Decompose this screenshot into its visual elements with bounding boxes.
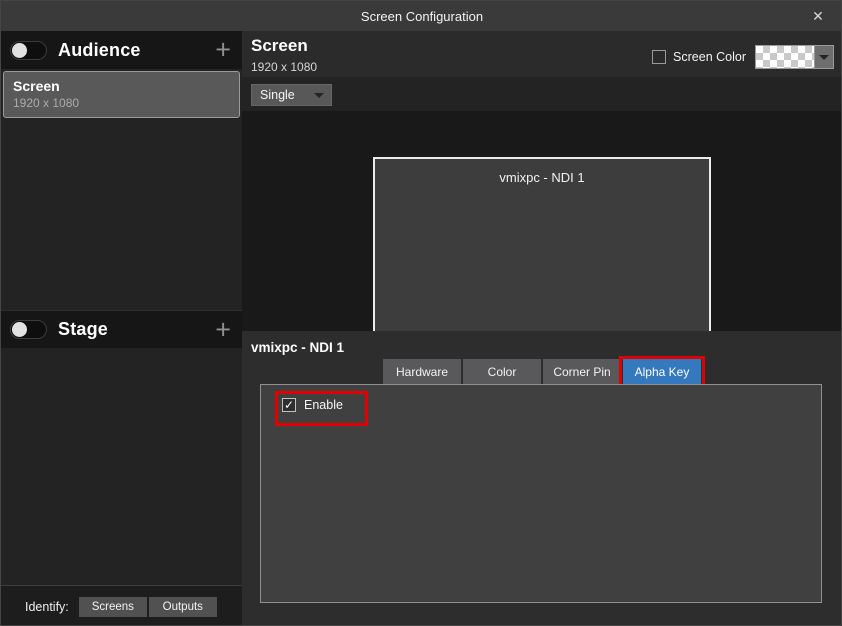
screen-color-group: Screen Color [652,45,834,69]
tab-corner-pin[interactable]: Corner Pin [543,359,621,385]
stage-toggle[interactable] [10,320,47,339]
window-title: Screen Configuration [361,9,483,24]
add-audience-screen-icon[interactable]: + [215,37,231,64]
audience-toggle-knob [12,43,27,58]
preview-source-label: vmixpc - NDI 1 [375,170,709,185]
main-screen-resolution: 1920 x 1080 [251,60,317,74]
transparency-swatch [756,46,814,68]
main-header: Screen 1920 x 1080 Screen Color [242,31,842,77]
main-area: Screen 1920 x 1080 Screen Color Single [242,31,842,626]
identify-screens-button[interactable]: Screens [79,597,147,617]
tab-color[interactable]: Color [463,359,541,385]
tab-hardware[interactable]: Hardware [383,359,461,385]
enable-row: ✓ Enable [282,398,343,412]
source-settings-section: vmixpc - NDI 1 Hardware Color Corner Pin… [242,331,842,626]
screen-item-name: Screen [13,78,239,94]
identify-bar: Identify: Screens Outputs [1,585,242,626]
screen-color-dropdown[interactable] [755,45,834,69]
chevron-down-icon [819,55,829,60]
screen-color-dropdown-arrow[interactable] [814,46,833,68]
screen-preview-area: vmixpc - NDI 1 [242,111,842,331]
audience-toggle[interactable] [10,41,47,60]
tab-alpha-key[interactable]: Alpha Key [623,359,701,385]
identify-label: Identify: [25,600,69,614]
sidebar-item-screen[interactable]: Screen 1920 x 1080 [3,71,240,118]
layout-row: Single [242,77,842,111]
audience-label: Audience [58,40,141,61]
alpha-key-panel: ✓ Enable [260,384,822,603]
add-stage-screen-icon[interactable]: + [215,316,231,343]
stage-label: Stage [58,319,108,340]
screen-color-checkbox[interactable] [652,50,666,64]
main-screen-title: Screen [251,36,308,56]
chevron-down-icon [314,93,324,98]
source-tabs: Hardware Color Corner Pin Alpha Key [383,359,703,385]
screen-preview-box[interactable]: vmixpc - NDI 1 [373,157,711,347]
titlebar: Screen Configuration ✕ [1,1,842,31]
layout-select[interactable]: Single [251,84,332,106]
screen-configuration-window: Screen Configuration ✕ Audience + Screen… [0,0,842,626]
screen-color-label: Screen Color [673,50,746,64]
sidebar: Audience + Screen 1920 x 1080 Stage + Id… [1,31,242,626]
stage-toggle-knob [12,322,27,337]
screen-item-resolution: 1920 x 1080 [13,96,239,110]
stage-section-header: Stage + [1,310,242,348]
identify-outputs-button[interactable]: Outputs [149,597,217,617]
source-title: vmixpc - NDI 1 [251,340,344,355]
enable-label: Enable [304,398,343,412]
close-icon[interactable]: ✕ [803,1,833,31]
enable-checkbox[interactable]: ✓ [282,398,296,412]
layout-select-value: Single [260,88,314,102]
audience-section-header: Audience + [1,31,242,69]
